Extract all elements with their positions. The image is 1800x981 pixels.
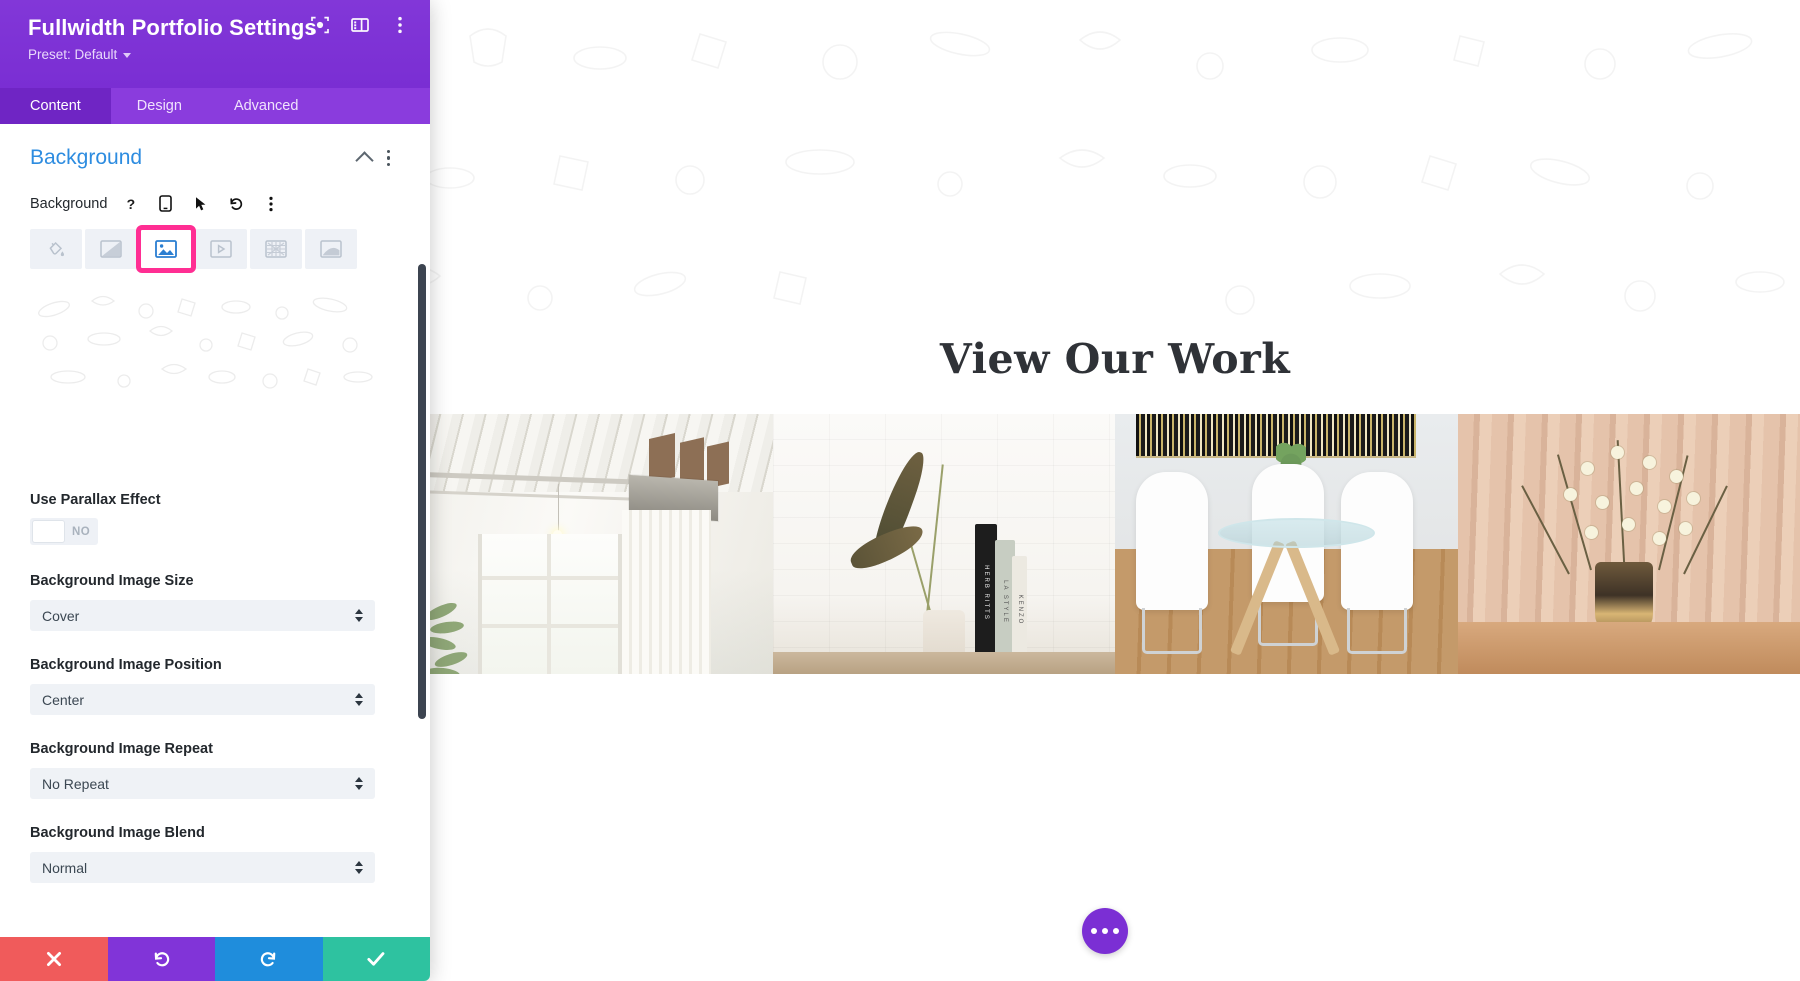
background-field-label: Background <box>30 195 108 212</box>
background-image-position-field: Background Image Position Center <box>30 657 390 715</box>
help-glyph: ? <box>126 195 136 212</box>
portfolio-image-loft-interior[interactable] <box>430 414 773 674</box>
parallax-field: Use Parallax Effect NO <box>30 492 390 547</box>
panel-body: Background Background ? Use Parallax Eff… <box>0 124 430 937</box>
stepper-arrows-icon <box>355 861 363 874</box>
preset-label: Preset: Default <box>28 47 118 63</box>
help-icon[interactable]: ? <box>119 192 142 215</box>
background-image-repeat-field: Background Image Repeat No Repeat <box>30 741 390 799</box>
field-options-icon[interactable] <box>259 192 282 215</box>
background-image-blend-select[interactable]: Normal <box>30 852 375 883</box>
background-image-position-value: Center <box>42 691 85 708</box>
background-image-tab[interactable] <box>136 225 196 273</box>
background-image-repeat-label: Background Image Repeat <box>30 741 213 757</box>
background-image-blend-value: Normal <box>42 859 88 876</box>
background-video-tab[interactable] <box>195 229 247 269</box>
background-field-header: Background ? <box>30 192 390 215</box>
background-image-repeat-select[interactable]: No Repeat <box>30 768 375 799</box>
background-gradient-tab[interactable] <box>85 229 137 269</box>
ellipsis-icon <box>1102 928 1108 934</box>
focus-target-icon[interactable] <box>310 15 330 35</box>
scrollbar-thumb[interactable] <box>418 264 426 719</box>
preset-selector[interactable]: Preset: Default <box>28 47 410 62</box>
panel-header-actions <box>310 15 410 35</box>
tab-advanced[interactable]: Advanced <box>208 88 325 124</box>
close-icon <box>46 952 61 966</box>
background-image-size-label: Background Image Size <box>30 573 194 589</box>
save-changes-button[interactable] <box>322 937 430 981</box>
portfolio-image-plant-and-books[interactable]: HERB RITTS LA STYLE KENZO <box>772 414 1115 674</box>
background-mask-tab[interactable] <box>305 229 357 269</box>
parallax-value: NO <box>72 525 91 538</box>
toggle-knob <box>33 521 64 542</box>
responsive-phone-icon[interactable] <box>154 192 177 215</box>
preview-doodle-art <box>38 295 373 389</box>
chevron-down-icon <box>123 53 132 59</box>
layout-panel-icon[interactable] <box>350 15 370 35</box>
stepper-arrows-icon <box>355 609 363 622</box>
redo-button[interactable] <box>215 937 323 981</box>
parallax-label: Use Parallax Effect <box>30 492 161 508</box>
panel-header: Fullwidth Portfolio Settings Preset: Def… <box>0 0 430 88</box>
settings-scroll-area: Background Background ? Use Parallax Eff… <box>0 124 420 937</box>
section-heading: View Our Work <box>939 335 1291 383</box>
background-image-blend-label: Background Image Blend <box>30 825 205 841</box>
more-options-icon[interactable] <box>390 15 410 35</box>
background-image-size-value: Cover <box>42 607 80 624</box>
check-icon <box>367 952 385 966</box>
section-options-icon[interactable] <box>386 149 390 167</box>
background-pattern-tab[interactable] <box>250 229 302 269</box>
reset-icon[interactable] <box>224 192 247 215</box>
background-image-position-select[interactable]: Center <box>30 684 375 715</box>
parallax-toggle[interactable]: NO <box>30 518 98 545</box>
redo-icon <box>261 951 276 966</box>
background-image-position-label: Background Image Position <box>30 657 222 673</box>
panel-tabs: Content Design Advanced <box>0 88 430 124</box>
module-settings-panel: Fullwidth Portfolio Settings Preset: Def… <box>0 0 430 981</box>
page-settings-fab[interactable] <box>1082 908 1128 954</box>
background-color-tab[interactable] <box>30 229 82 269</box>
tab-design[interactable]: Design <box>111 88 208 124</box>
background-image-repeat-value: No Repeat <box>42 775 109 792</box>
portfolio-image-flower-arrangement[interactable] <box>1457 414 1800 674</box>
background-image-size-select[interactable]: Cover <box>30 600 375 631</box>
stepper-arrows-icon <box>355 777 363 790</box>
portfolio-grid: HERB RITTS LA STYLE KENZO <box>430 414 1800 674</box>
background-section-header: Background <box>30 146 390 170</box>
background-image-preview[interactable] <box>30 291 390 466</box>
ellipsis-icon <box>1113 928 1119 934</box>
undo-button[interactable] <box>107 937 215 981</box>
background-image-size-field: Background Image Size Cover <box>30 573 390 631</box>
stepper-arrows-icon <box>355 693 363 706</box>
section-title: Background <box>30 146 143 169</box>
ellipsis-icon <box>1091 928 1097 934</box>
chevron-up-icon[interactable] <box>354 151 374 170</box>
tab-content[interactable]: Content <box>0 88 111 124</box>
panel-footer <box>0 937 430 981</box>
discard-changes-button[interactable] <box>0 937 108 981</box>
background-type-tabs <box>30 225 390 273</box>
background-image-blend-field: Background Image Blend Normal <box>30 825 390 883</box>
settings-scrollbar[interactable] <box>418 264 426 937</box>
hover-cursor-icon[interactable] <box>189 192 212 215</box>
undo-icon <box>154 951 169 966</box>
portfolio-image-dining-set[interactable] <box>1115 414 1458 674</box>
